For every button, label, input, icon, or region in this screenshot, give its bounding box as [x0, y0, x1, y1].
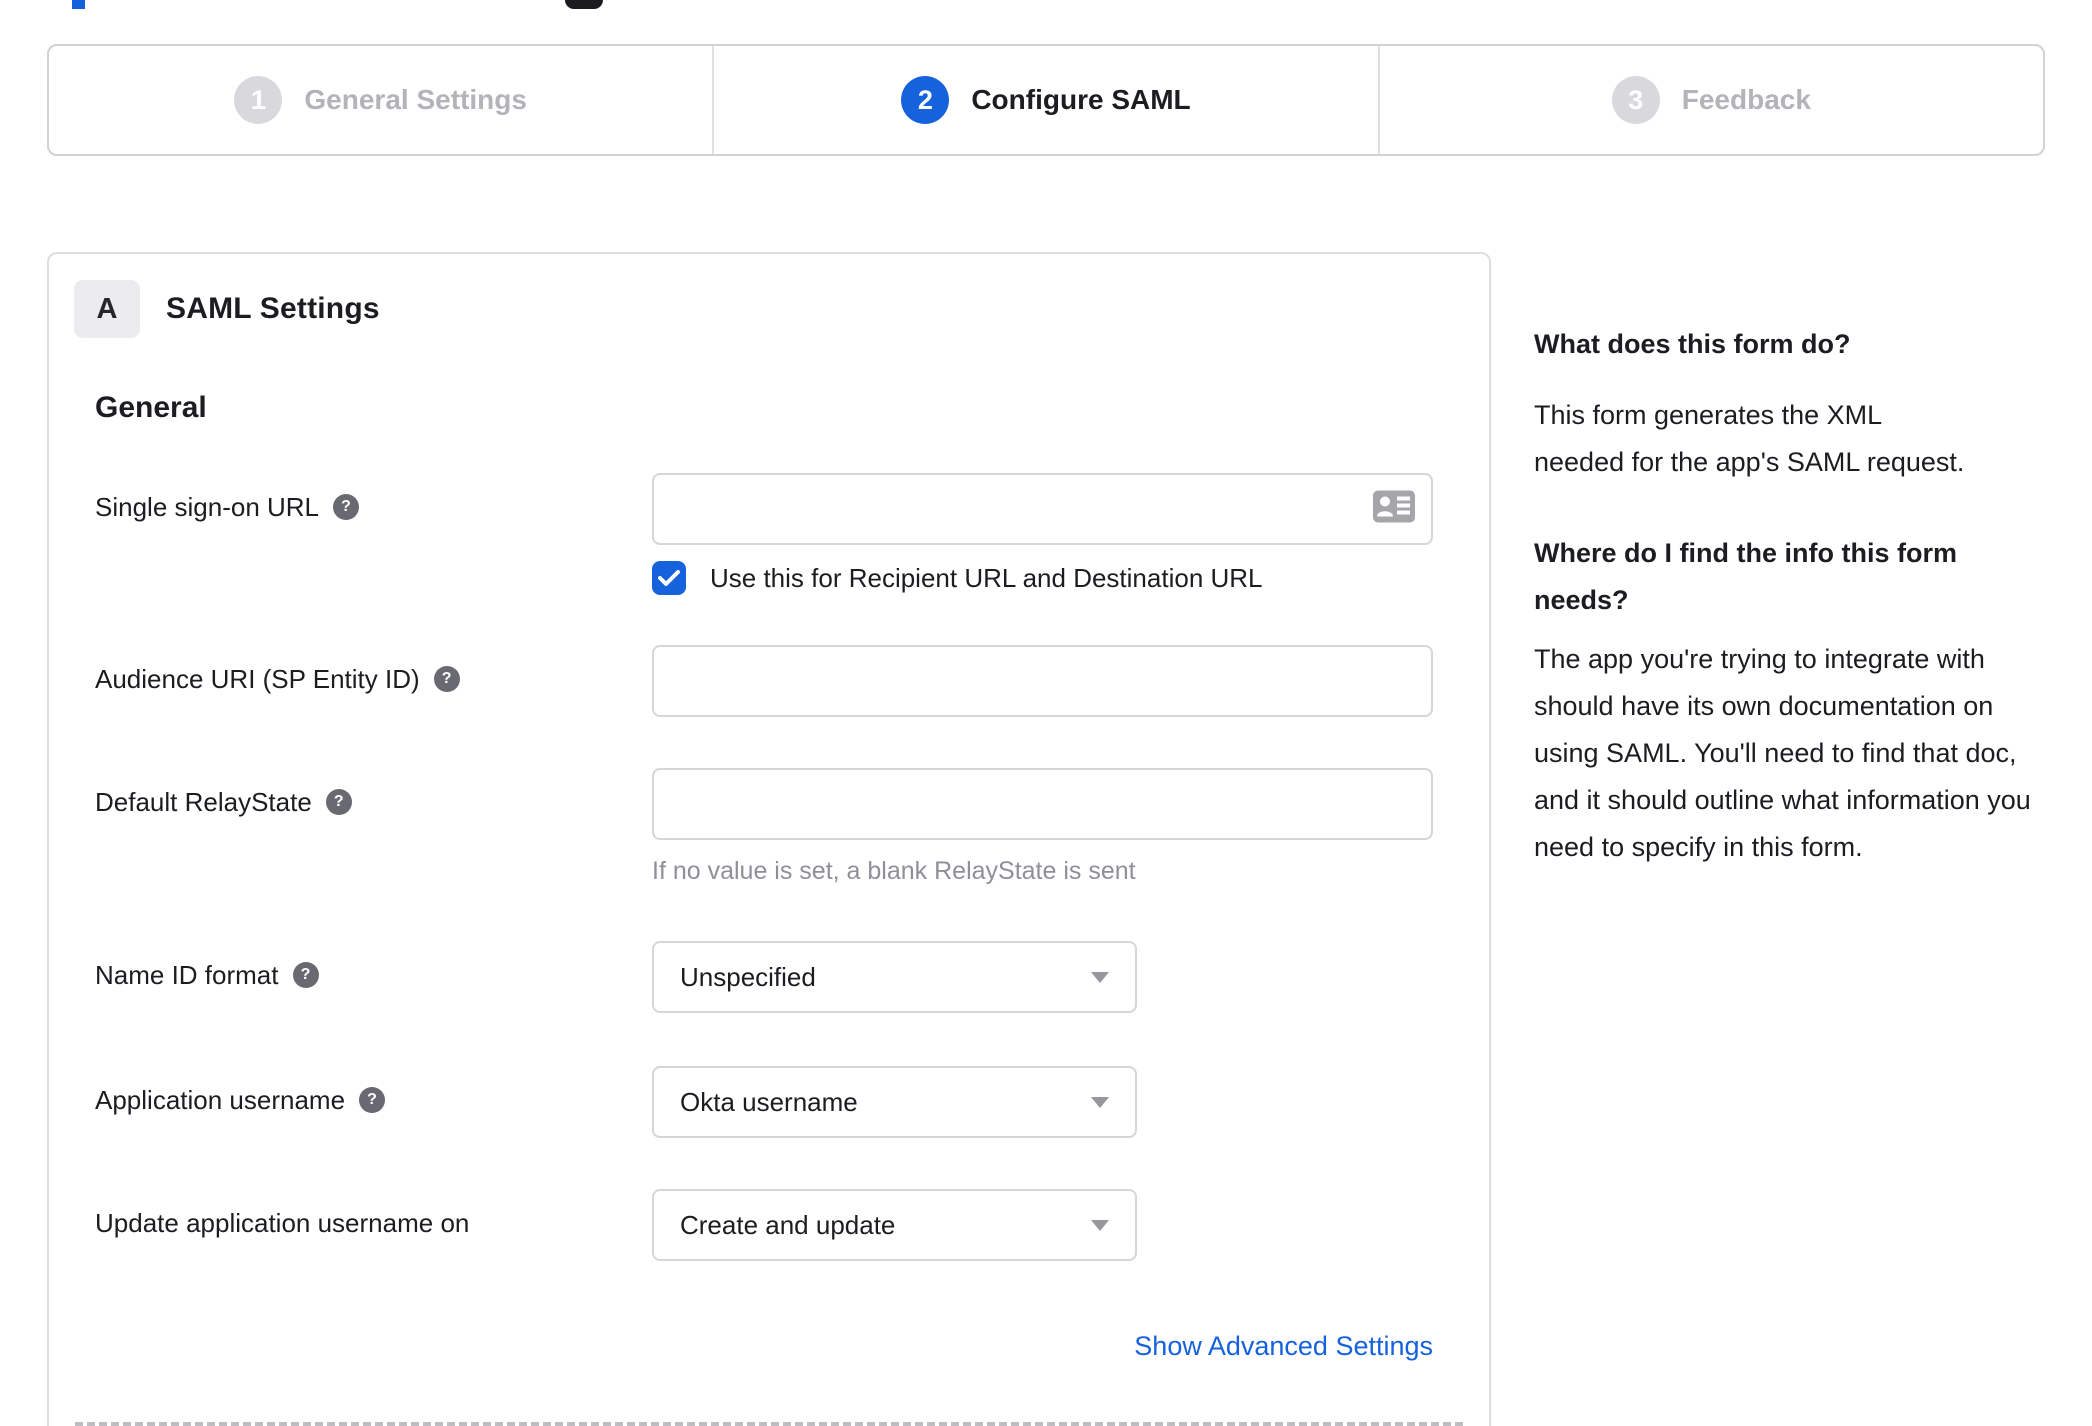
- saml-settings-panel: A SAML Settings General Single sign-on U…: [47, 252, 1491, 1426]
- help-answer-1: This form generates the XML needed for t…: [1534, 400, 1965, 477]
- recipient-url-checkbox-row: Use this for Recipient URL and Destinati…: [652, 561, 1433, 595]
- update-username-label: Update application username on: [95, 1208, 470, 1238]
- recipient-url-checkbox-label[interactable]: Use this for Recipient URL and Destinati…: [710, 563, 1263, 594]
- update-username-value: Create and update: [680, 1209, 896, 1240]
- name-id-format-value: Unspecified: [680, 961, 816, 992]
- saml-setup-wizard-screen: 1 General Settings 2 Configure SAML 3 Fe…: [0, 0, 2092, 1426]
- relay-state-label: Default RelayState: [95, 787, 312, 817]
- help-answer-2: The app you're trying to integrate with …: [1534, 644, 2031, 862]
- step-general-settings[interactable]: 1 General Settings: [49, 46, 712, 154]
- application-username-value: Okta username: [680, 1086, 858, 1117]
- panel-title: SAML Settings: [166, 292, 380, 325]
- step-label: Feedback: [1681, 84, 1811, 115]
- name-id-format-select[interactable]: Unspecified: [652, 941, 1137, 1013]
- step-number-badge: 1: [234, 76, 283, 124]
- sso-url-label-wrap: Single sign-on URL ?: [95, 473, 652, 523]
- field-row-sso-url: Single sign-on URL ? Use this for Recipi…: [95, 473, 1443, 595]
- general-section-heading: General: [95, 391, 207, 424]
- update-username-label-wrap: Update application username on: [95, 1189, 652, 1239]
- update-username-select[interactable]: Create and update: [652, 1189, 1137, 1261]
- step-label: Configure SAML: [971, 84, 1191, 115]
- help-icon[interactable]: ?: [359, 1087, 386, 1113]
- field-row-name-id-format: Name ID format ? Unspecified: [95, 941, 1443, 1013]
- audience-uri-input[interactable]: [652, 645, 1433, 717]
- contact-card-icon[interactable]: [1373, 490, 1415, 528]
- relay-state-hint: If no value is set, a blank RelayState i…: [652, 857, 1136, 885]
- show-advanced-settings-link[interactable]: Show Advanced Settings: [1134, 1331, 1433, 1361]
- step-label: General Settings: [304, 84, 527, 115]
- help-question-2: Where do I find the info this form needs…: [1534, 538, 1957, 615]
- audience-uri-label-wrap: Audience URI (SP Entity ID) ?: [95, 645, 652, 695]
- sso-url-label: Single sign-on URL: [95, 492, 320, 522]
- cropped-dark-icon: [565, 0, 603, 9]
- step-feedback[interactable]: 3 Feedback: [1377, 46, 2043, 154]
- step-number-badge: 3: [1611, 76, 1660, 124]
- help-icon[interactable]: ?: [325, 789, 352, 815]
- audience-uri-label: Audience URI (SP Entity ID): [95, 664, 420, 694]
- field-row-application-username: Application username ? Okta username: [95, 1066, 1443, 1138]
- help-icon[interactable]: ?: [333, 494, 360, 520]
- step-configure-saml[interactable]: 2 Configure SAML: [712, 46, 1377, 154]
- application-username-label-wrap: Application username ?: [95, 1066, 652, 1116]
- name-id-format-label-wrap: Name ID format ?: [95, 941, 652, 991]
- help-icon[interactable]: ?: [292, 962, 319, 988]
- section-a-badge: A: [74, 280, 140, 338]
- panel-header: A SAML Settings: [74, 280, 1443, 338]
- application-username-select[interactable]: Okta username: [652, 1066, 1137, 1138]
- step-number-badge: 2: [901, 76, 950, 124]
- wizard-stepper: 1 General Settings 2 Configure SAML 3 Fe…: [47, 44, 2045, 156]
- name-id-format-label: Name ID format: [95, 960, 279, 990]
- application-username-label: Application username: [95, 1085, 346, 1115]
- sso-url-input[interactable]: [652, 473, 1433, 545]
- field-row-audience-uri: Audience URI (SP Entity ID) ?: [95, 645, 1443, 717]
- help-question-1: What does this form do?: [1534, 329, 1851, 359]
- field-row-update-username: Update application username on Create an…: [95, 1189, 1443, 1261]
- help-sidebar: What does this form do? This form genera…: [1534, 326, 2039, 871]
- section-dashed-divider: [75, 1422, 1463, 1426]
- advanced-settings-row: Show Advanced Settings: [95, 1331, 1433, 1362]
- help-icon[interactable]: ?: [433, 666, 460, 692]
- recipient-url-checkbox[interactable]: [652, 561, 686, 595]
- dropdown-caret-icon: [1091, 1096, 1109, 1108]
- relay-state-label-wrap: Default RelayState ?: [95, 768, 652, 818]
- dropdown-caret-icon: [1091, 971, 1109, 983]
- field-row-relay-state: Default RelayState ? If no value is set,…: [95, 768, 1443, 886]
- relay-state-input[interactable]: [652, 768, 1433, 840]
- cropped-blue-tab-indicator: [72, 0, 85, 9]
- dropdown-caret-icon: [1091, 1219, 1109, 1231]
